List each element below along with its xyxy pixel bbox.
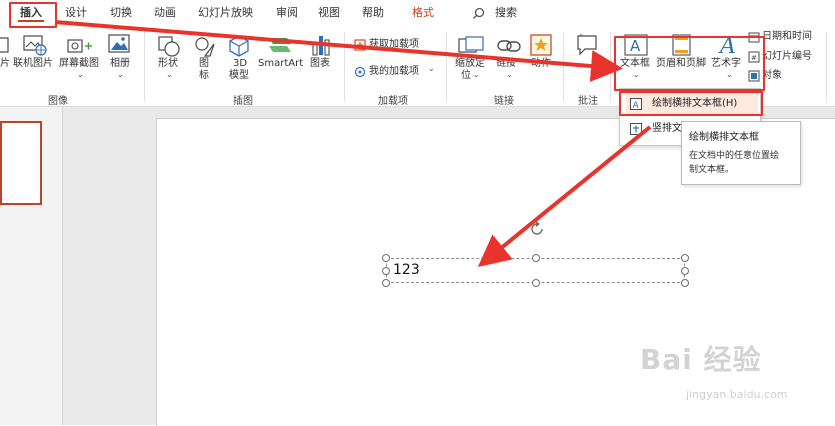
annotation-arrow-to-slide-textbox (477, 125, 652, 268)
watermark-url: jingyan.baidu.com (686, 388, 788, 401)
annotation-arrow-to-textbox-button (54, 20, 623, 82)
watermark-logo: Bai 经验 (640, 343, 762, 376)
